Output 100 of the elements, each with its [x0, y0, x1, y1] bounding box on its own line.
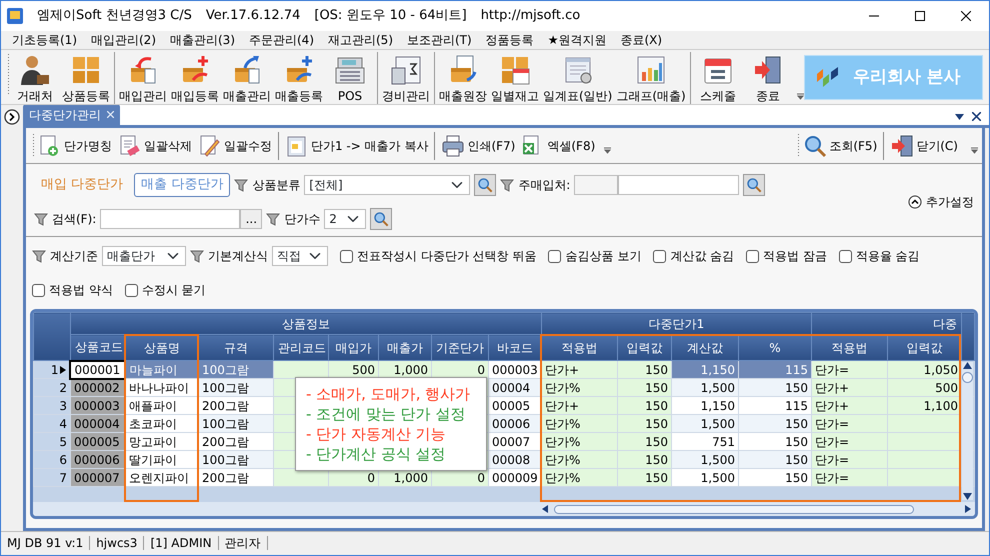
table-cell: 150: [738, 450, 812, 468]
menu-item[interactable]: ★원격지원: [540, 32, 614, 48]
row-header[interactable]: 6: [33, 450, 70, 468]
toolbar-button[interactable]: 그래프(매출): [614, 52, 688, 104]
column-header[interactable]: 상품코드: [70, 334, 126, 360]
more-settings-button[interactable]: 추가설정: [908, 193, 974, 211]
table-cell: 100그람: [198, 450, 274, 468]
toolbar-button[interactable]: 조회(F5): [800, 134, 880, 158]
supplier-name-field[interactable]: [618, 175, 740, 195]
table-cell: 100그람: [198, 378, 274, 396]
toolbar-button[interactable]: 매출관리: [221, 52, 273, 104]
scroll-down-icon[interactable]: [962, 493, 972, 500]
column-header[interactable]: 적용법: [541, 334, 618, 360]
toolbar-button[interactable]: 매입등록: [169, 52, 221, 104]
dropdown-icon[interactable]: [955, 114, 964, 120]
close-icon[interactable]: [961, 11, 971, 21]
menu-item[interactable]: 매출관리(3): [163, 32, 242, 48]
vertical-scrollbar[interactable]: [962, 362, 973, 500]
maximize-icon[interactable]: [915, 11, 925, 21]
price-count-dropdown[interactable]: 2: [324, 209, 366, 229]
column-header[interactable]: 바코드: [488, 334, 542, 360]
table-cell: 오렌지파이: [125, 468, 198, 486]
search-button[interactable]: [474, 174, 496, 196]
search-field[interactable]: [100, 209, 240, 229]
toolbar-button[interactable]: 닫기(C): [887, 134, 961, 158]
document-tab[interactable]: 다중단가관리: [22, 105, 120, 125]
table-cell: 200그람: [198, 432, 274, 450]
supplier-code-field[interactable]: [574, 175, 618, 195]
menu-item[interactable]: 종료(X): [613, 32, 670, 48]
browse-button[interactable]: ...: [240, 209, 262, 229]
checkbox[interactable]: [653, 250, 666, 262]
callout-text: - 조건에 맞는 단가 설정: [306, 404, 466, 424]
toolbar-button[interactable]: 매출원장: [437, 52, 489, 104]
toolbar-button[interactable]: 엑셀(F8): [518, 134, 598, 158]
search-button[interactable]: [370, 208, 392, 230]
checkbox[interactable]: [32, 284, 45, 296]
expand-button[interactable]: [4, 107, 20, 125]
search-button[interactable]: [743, 174, 766, 196]
grip-icon: [797, 132, 800, 158]
checkbox[interactable]: [548, 250, 562, 262]
column-header[interactable]: 매출가: [378, 334, 432, 360]
toolbar-button[interactable]: 매입관리: [117, 52, 169, 104]
menu-item[interactable]: 기초등록(1): [5, 32, 84, 48]
toolbar-button[interactable]: 상품등록: [60, 52, 112, 104]
checkbox[interactable]: [340, 250, 353, 262]
menu-item[interactable]: 정품등록: [478, 32, 541, 48]
table-cell: 000004: [70, 414, 126, 432]
toolbar-button[interactable]: POS: [325, 52, 375, 104]
toolbar-button[interactable]: 종료: [742, 52, 793, 104]
filter-icon: [266, 212, 280, 226]
category-dropdown[interactable]: [전체]: [304, 175, 470, 195]
table-cell: 150: [617, 396, 672, 414]
row-header[interactable]: 2: [33, 378, 70, 396]
field-label: 주매입처:: [518, 177, 570, 194]
toolbar-button[interactable]: 일괄수정: [194, 134, 275, 158]
table-cell: 00004: [488, 378, 542, 396]
menu-item[interactable]: 매입관리(2): [84, 32, 163, 48]
toolbar-button[interactable]: 경비관리: [380, 52, 432, 104]
toolbar-button[interactable]: 인쇄(F7): [438, 134, 518, 158]
menu-item[interactable]: 주문관리(4): [242, 32, 321, 48]
table-cell: 단가=: [812, 468, 888, 486]
column-header[interactable]: %: [738, 334, 812, 360]
column-header[interactable]: 규격: [198, 334, 274, 360]
table-cell: 200그람: [198, 396, 274, 414]
scroll-thumb[interactable]: [962, 372, 973, 383]
column-header[interactable]: 적용법: [812, 334, 888, 360]
toolbar-button[interactable]: 단가명칭: [34, 134, 115, 158]
close-icon[interactable]: [972, 112, 981, 121]
formula-dropdown[interactable]: 직접: [272, 246, 328, 266]
row-header[interactable]: 1: [33, 360, 70, 378]
table-cell: 150: [738, 414, 812, 432]
toolbar-button[interactable]: 일계표(일반): [541, 52, 614, 104]
checkbox[interactable]: [838, 250, 852, 262]
toolbar-button[interactable]: 거래처: [10, 52, 60, 104]
toolbar-button[interactable]: 스케줄: [692, 52, 743, 104]
toolbar-button[interactable]: 일괄삭제: [114, 134, 195, 158]
column-header[interactable]: 입력값: [617, 334, 672, 360]
checkbox[interactable]: [124, 284, 138, 296]
menu-item[interactable]: 보조관리(T): [400, 32, 479, 48]
checkbox[interactable]: [746, 250, 760, 262]
scroll-right-icon[interactable]: [965, 505, 971, 513]
toolbar-button[interactable]: 단가1 -> 매출가 복사: [282, 134, 432, 158]
row-header[interactable]: 4: [33, 414, 70, 432]
column-header[interactable]: 상품명: [125, 334, 198, 360]
toolbar-button[interactable]: 매출등록: [273, 52, 325, 104]
column-header[interactable]: 기준단가: [431, 334, 488, 360]
status-text: hjwcs3: [90, 536, 144, 550]
scroll-thumb[interactable]: [554, 504, 914, 514]
row-header[interactable]: 5: [33, 432, 70, 450]
toolbar-button[interactable]: 일별재고: [489, 52, 541, 104]
column-header[interactable]: 관리코드: [273, 334, 328, 360]
column-group-header: 상품정보: [70, 312, 542, 334]
column-header[interactable]: 계산값: [671, 334, 738, 360]
calc-basis-dropdown[interactable]: 매출단가: [102, 246, 186, 266]
row-header[interactable]: 3: [33, 396, 70, 414]
scroll-left-icon[interactable]: [542, 505, 548, 513]
menu-item[interactable]: 재고관리(5): [321, 32, 400, 48]
column-header[interactable]: 매입가: [328, 334, 378, 360]
horizontal-scrollbar[interactable]: [32, 502, 975, 516]
row-header[interactable]: 7: [33, 468, 70, 486]
